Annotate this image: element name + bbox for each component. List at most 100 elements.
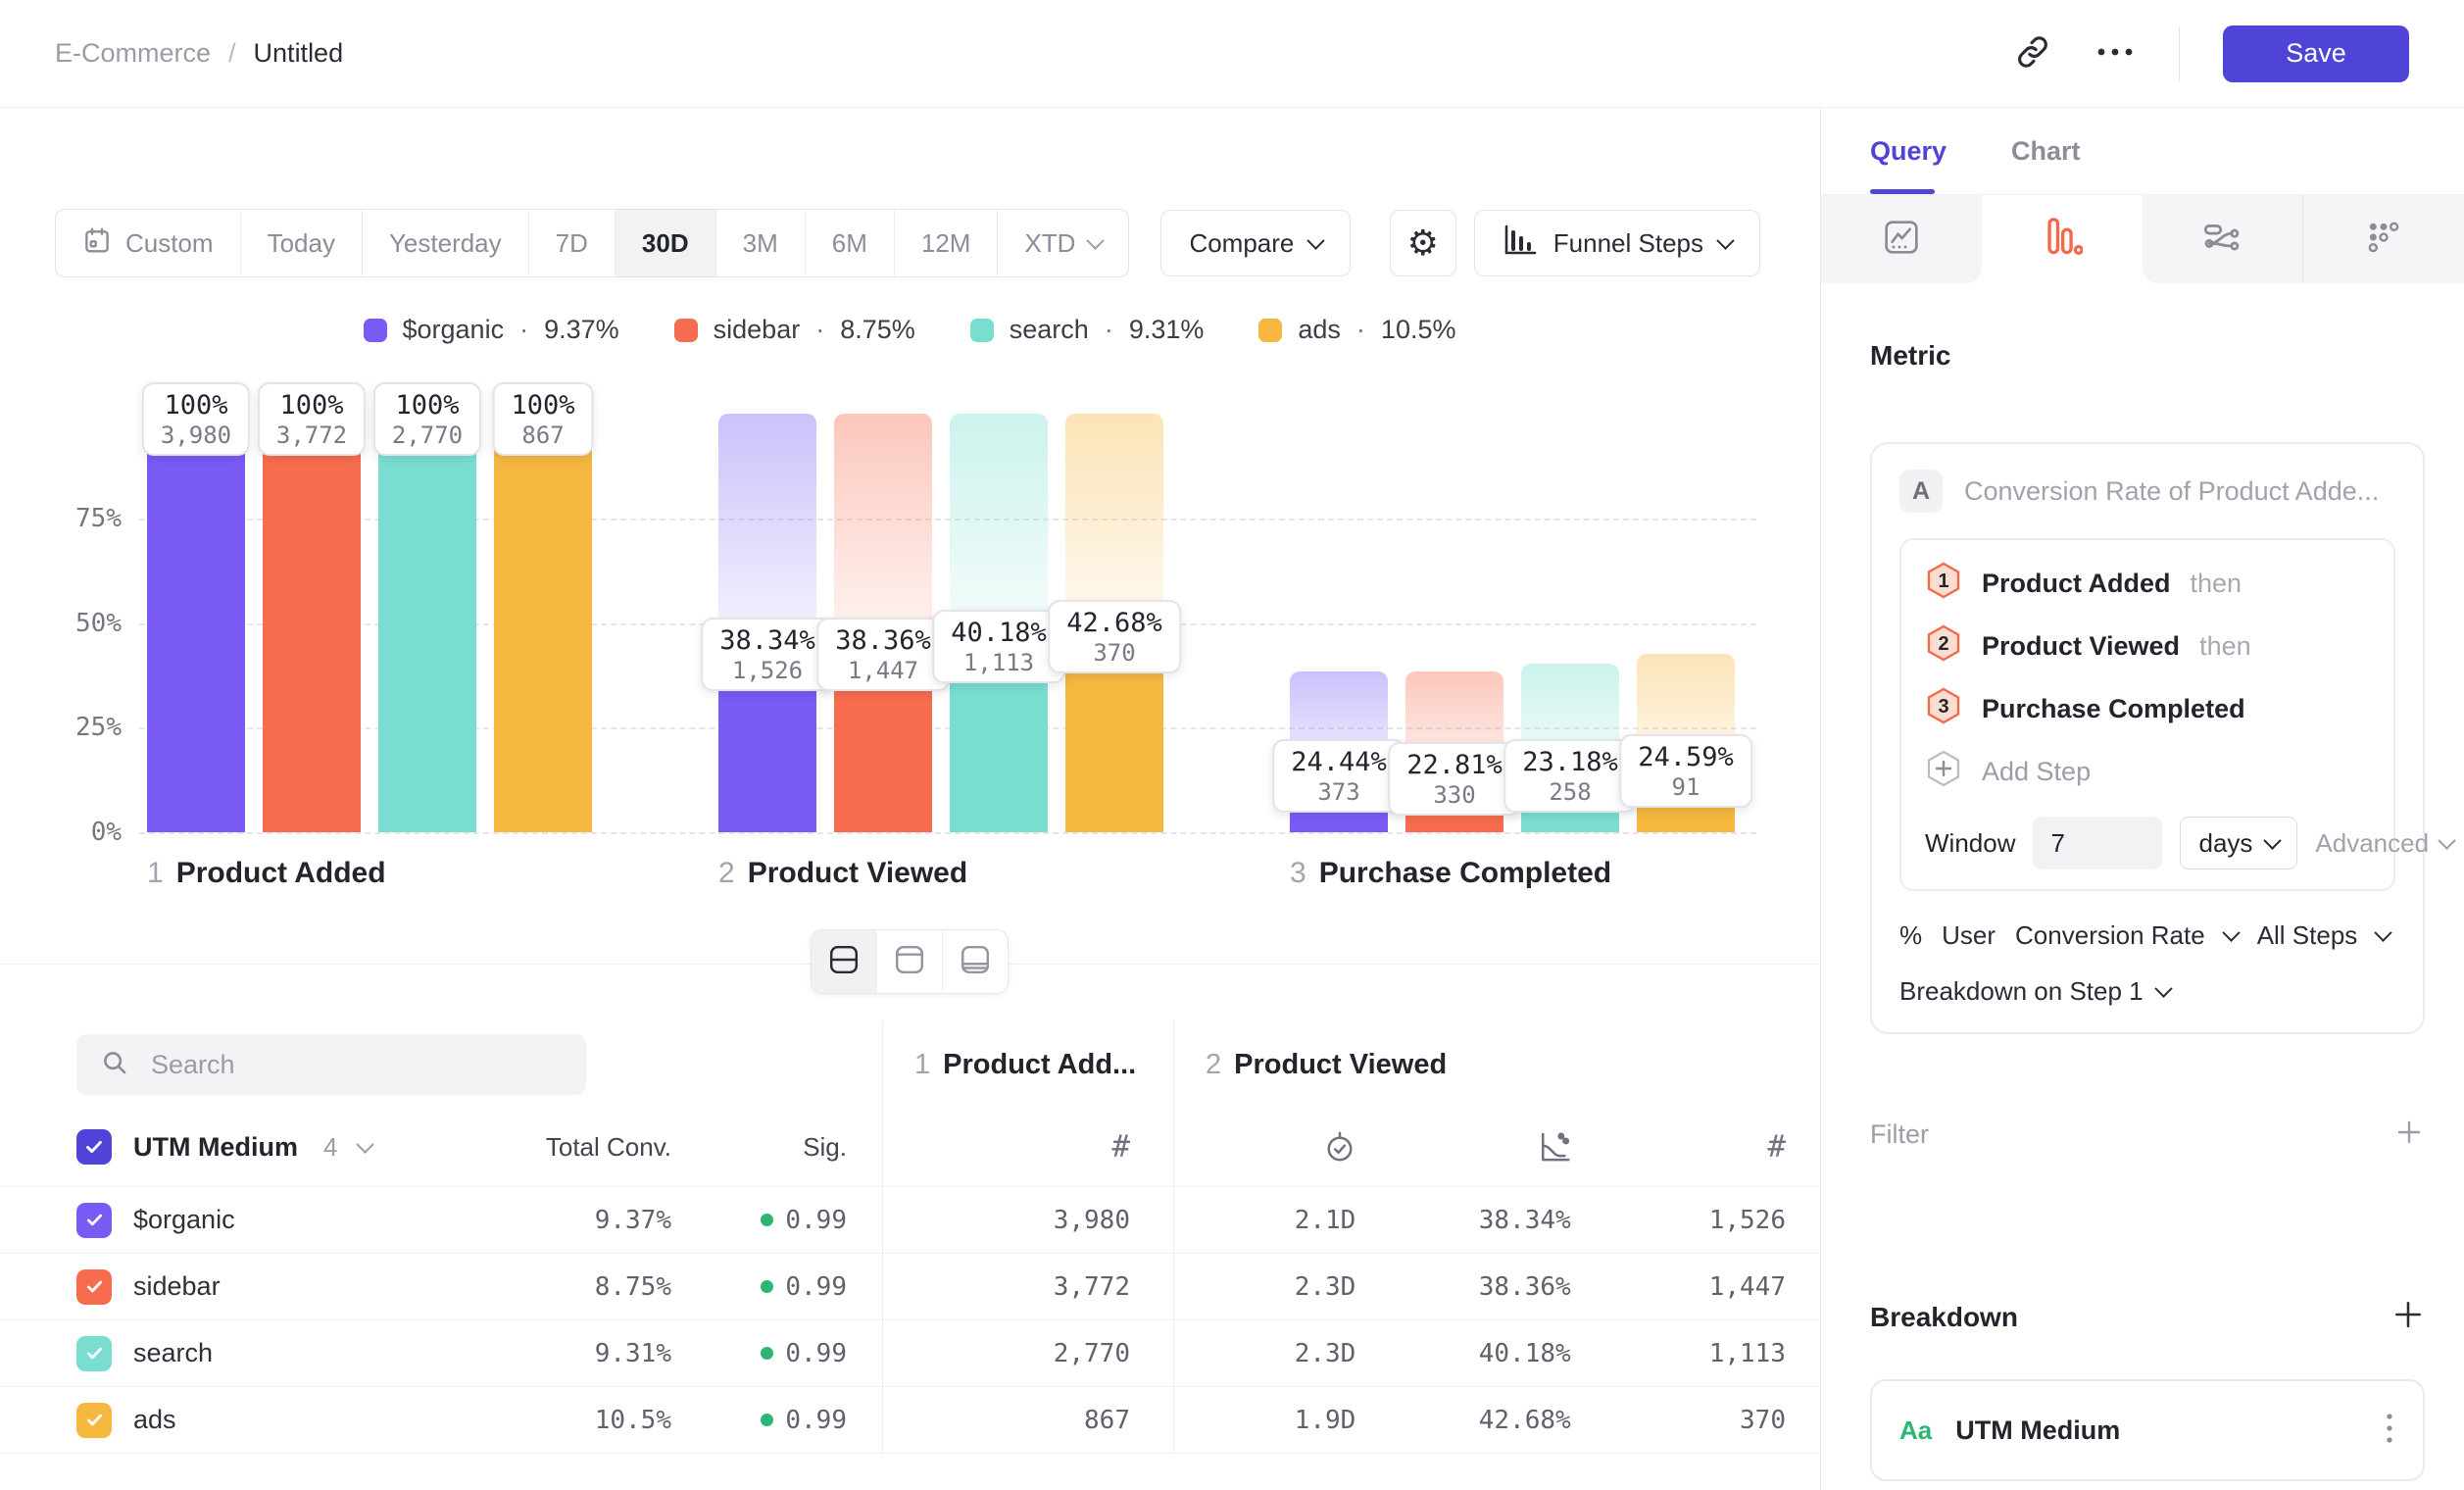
funnel-bar[interactable]: [834, 671, 932, 832]
table-step1-group-header[interactable]: 1 Product Add...: [883, 1021, 1173, 1108]
range-3m[interactable]: 3M: [715, 210, 805, 276]
add-breakdown-button[interactable]: [2391, 1298, 2425, 1336]
range-30d[interactable]: 30D: [615, 210, 715, 276]
more-actions-button[interactable]: [2094, 46, 2136, 61]
measure-metric-select[interactable]: Conversion Rate: [2015, 920, 2205, 951]
funnel-step-axis-label[interactable]: 2Product Viewed: [718, 857, 967, 890]
toggle-chart-view[interactable]: [876, 930, 942, 993]
total-conv-column-header[interactable]: Total Conv.: [485, 1132, 671, 1163]
count-metric-icon[interactable]: #: [1111, 1129, 1130, 1165]
table-row[interactable]: sidebar8.75%0.993,7722.3D38.36%1,447: [0, 1254, 1819, 1320]
funnel-step-axis-label[interactable]: 1Product Added: [147, 857, 386, 890]
funnel-step-axis-label[interactable]: 3Purchase Completed: [1290, 857, 1611, 890]
funnel-step-item[interactable]: 3Purchase Completed: [1925, 677, 2370, 740]
add-filter-button[interactable]: [2393, 1117, 2425, 1153]
step2-conversion-rate: 40.18%: [1479, 1339, 1571, 1368]
funnel-step-item[interactable]: 1Product Addedthen: [1925, 552, 2370, 615]
window-unit-select[interactable]: days: [2180, 817, 2297, 869]
breakdown-property-card[interactable]: Aa UTM Medium: [1870, 1379, 2425, 1481]
funnel-step-item[interactable]: 2Product Viewedthen: [1925, 615, 2370, 677]
tab-flows-report[interactable]: [2143, 195, 2303, 283]
funnel-chart: 75%50%25%0%100%3,980100%3,772100%2,77010…: [0, 370, 1819, 904]
significance-dot-icon: [761, 1280, 773, 1293]
legend-item[interactable]: sidebar·8.75%: [674, 315, 915, 345]
range-7d[interactable]: 7D: [528, 210, 615, 276]
table-row[interactable]: search9.31%0.992,7702.3D40.18%1,113: [0, 1320, 1819, 1387]
table-row[interactable]: $organic9.37%0.993,9802.1D38.34%1,526: [0, 1187, 1819, 1254]
legend-item[interactable]: search·9.31%: [970, 315, 1205, 345]
bar-cell: 24.44%373: [1290, 414, 1388, 832]
search-input[interactable]: [149, 1049, 563, 1081]
legend-item[interactable]: ads·10.5%: [1258, 315, 1455, 345]
tab-query[interactable]: Query: [1870, 136, 1947, 167]
conversion-rate-metric-icon[interactable]: [1389, 1130, 1603, 1164]
gear-icon: ⚙: [1407, 223, 1439, 264]
range-yesterday[interactable]: Yesterday: [362, 210, 528, 276]
tab-funnels-report[interactable]: [1982, 195, 2143, 283]
add-step-row[interactable]: Add Step: [1925, 740, 2370, 803]
toggle-split-view[interactable]: [812, 930, 876, 993]
breadcrumb: E-Commerce / Untitled: [55, 38, 343, 69]
flows-icon: [2201, 220, 2242, 260]
measure-entity[interactable]: User: [1942, 920, 1996, 951]
range-xtd[interactable]: XTD: [997, 210, 1128, 276]
range-12m[interactable]: 12M: [894, 210, 998, 276]
funnel-bar[interactable]: [718, 671, 816, 832]
kebab-menu-icon[interactable]: [2384, 1409, 2395, 1453]
chart-settings-button[interactable]: ⚙: [1390, 210, 1456, 276]
select-all-checkbox[interactable]: [76, 1129, 112, 1165]
breadcrumb-project[interactable]: E-Commerce: [55, 38, 211, 69]
top-bar-actions: Save: [2014, 25, 2410, 82]
chart-type-button[interactable]: Funnel Steps: [1474, 210, 1760, 276]
share-link-button[interactable]: [2014, 33, 2051, 74]
funnel-bar[interactable]: [263, 414, 361, 832]
sig-column-header[interactable]: Sig.: [671, 1132, 882, 1163]
tab-chart[interactable]: Chart: [2011, 136, 2081, 167]
window-value-input[interactable]: [2033, 817, 2162, 869]
tab-retention-report[interactable]: [2302, 195, 2464, 283]
table-step2-group-header[interactable]: 2 Product Viewed: [1174, 1021, 1819, 1108]
breakdown-column-header[interactable]: UTM Medium: [133, 1132, 298, 1163]
legend-item[interactable]: $organic·9.37%: [364, 315, 619, 345]
range-custom[interactable]: Custom: [56, 210, 240, 276]
metric-formula-row[interactable]: A Conversion Rate of Product Adde...: [1899, 470, 2395, 513]
panel-content: Metric A Conversion Rate of Product Adde…: [1821, 340, 2464, 1481]
significance-value: 0.99: [671, 1406, 882, 1435]
filter-section-header: Filter: [1870, 1117, 2425, 1153]
range-6m[interactable]: 6M: [805, 210, 894, 276]
query-panel: Query Chart: [1820, 108, 2464, 1490]
count-metric-icon[interactable]: #: [1604, 1129, 1819, 1165]
tab-insights-report[interactable]: [1821, 195, 1982, 283]
table-row[interactable]: ads10.5%0.998671.9D42.68%370: [0, 1387, 1819, 1454]
breakdown-on-step-select[interactable]: Breakdown on Step 1: [1899, 976, 2395, 1007]
save-button[interactable]: Save: [2223, 25, 2409, 82]
avg-time-metric-icon[interactable]: [1174, 1130, 1389, 1164]
chevron-down-icon[interactable]: [357, 1135, 374, 1153]
bar-value-label: 100%2,770: [373, 382, 481, 456]
breadcrumb-report-title[interactable]: Untitled: [254, 38, 344, 69]
y-axis-tick: 50%: [39, 609, 122, 638]
row-checkbox[interactable]: [76, 1336, 112, 1371]
row-checkbox[interactable]: [76, 1269, 112, 1305]
measure-scope-select[interactable]: All Steps: [2257, 920, 2358, 951]
funnel-bar[interactable]: [1065, 654, 1163, 832]
compare-button[interactable]: Compare: [1160, 210, 1351, 276]
y-axis-tick: 75%: [39, 504, 122, 533]
bar-value-label: 38.36%1,447: [816, 618, 950, 691]
funnel-bar[interactable]: [378, 414, 476, 832]
link-icon: [2014, 33, 2051, 74]
row-checkbox[interactable]: [76, 1203, 112, 1238]
range-today[interactable]: Today: [240, 210, 362, 276]
chart-view-icon: [894, 944, 925, 980]
search-icon: [100, 1048, 129, 1082]
funnel-bar[interactable]: [950, 664, 1048, 832]
row-checkbox[interactable]: [76, 1403, 112, 1438]
funnel-bar[interactable]: [494, 414, 592, 832]
funnel-bar[interactable]: [147, 414, 245, 832]
breakdown-label: Breakdown: [1870, 1302, 2018, 1333]
split-view-icon: [828, 944, 860, 980]
bar-cell: 24.59%91: [1637, 414, 1735, 832]
advanced-toggle[interactable]: Advanced: [2315, 828, 2453, 859]
y-axis-tick: 0%: [39, 818, 122, 847]
toggle-table-view[interactable]: [942, 930, 1008, 993]
